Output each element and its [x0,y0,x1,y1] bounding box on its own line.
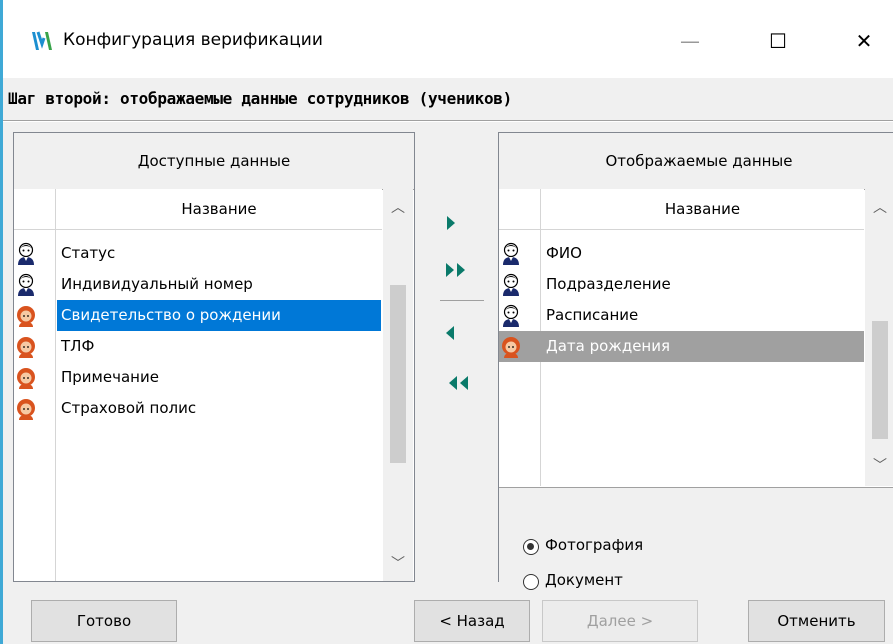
list-item-label: Подразделение [546,275,671,293]
list-item-label: ФИО [546,244,582,262]
scroll-up-icon[interactable]: ︿ [865,193,893,223]
app-logo-icon [32,31,52,50]
list-item[interactable]: Дата рождения [499,331,864,362]
list-item[interactable]: ФИО [499,238,864,269]
radio-unchecked-icon [523,574,539,590]
list-item-label: ТЛФ [61,337,95,355]
available-scrollbar[interactable]: ︿ ﹀ [383,189,413,581]
available-data-header: Доступные данные [14,133,414,190]
list-item[interactable]: Примечание [14,362,381,393]
scroll-thumb[interactable] [872,321,888,439]
employee-icon [500,273,522,297]
list-item[interactable]: Статус [14,238,381,269]
displayed-data-panel: Отображаемые данные Название ФИО Подразде… [498,132,893,582]
displayed-list: ФИО Подразделение Расписание Дата рождения [499,238,864,362]
list-item-label: Страховой полис [61,399,197,417]
list-item[interactable]: ТЛФ [14,331,381,362]
list-item[interactable]: Подразделение [499,269,864,300]
arrow-left-icon [446,326,454,340]
list-item[interactable]: Страховой полис [14,393,381,424]
list-item-label: Расписание [546,306,639,324]
double-arrow-right-icon [446,263,465,277]
list-item[interactable]: Расписание [499,300,864,331]
list-item-label: Дата рождения [546,337,670,355]
done-button[interactable]: Готово [31,600,177,642]
column-name-label: Название [664,200,741,218]
column-stub [499,189,541,229]
column-stub [14,189,56,229]
title-bar: Конфигурация верификации — ☐ ✕ [3,0,893,78]
next-button[interactable]: Далее > [542,600,698,642]
list-item-label: Свидетельство о рождении [57,300,381,331]
student-icon [15,335,37,359]
list-item[interactable]: Индивидуальный номер [14,269,381,300]
available-list: Статус Индивидуальный номер Свидетельство … [14,238,381,424]
close-button[interactable]: ✕ [835,18,893,64]
window-accent-border [0,0,3,644]
remove-all-button[interactable] [437,366,477,400]
displayed-scrollbar[interactable]: ︿ ﹀ [865,189,893,486]
employee-icon [15,273,37,297]
cancel-button[interactable]: Отменить [748,600,885,642]
divider-highlight [3,121,893,122]
window-title: Конфигурация верификации [63,30,323,50]
list-item-label: Индивидуальный номер [61,275,253,293]
scroll-up-icon[interactable]: ︿ [383,193,413,223]
move-buttons-divider [440,300,484,301]
arrow-right-icon [447,216,455,230]
displayed-data-header: Отображаемые данные [499,133,893,190]
student-icon [15,397,37,421]
scroll-down-icon[interactable]: ﹀ [865,451,893,481]
employee-icon [500,242,522,266]
radio-area [499,487,893,582]
radio-checked-icon [523,539,539,555]
column-name-label: Название [181,200,257,218]
displayed-column-header[interactable]: Название [499,189,864,230]
maximize-button[interactable]: ☐ [749,18,807,64]
student-icon [15,366,37,390]
available-column-header[interactable]: Название [14,189,382,230]
minimize-button[interactable]: — [661,18,719,64]
list-item[interactable]: Свидетельство о рождении [14,300,381,331]
document-radio-label: Документ [545,571,623,589]
student-icon [15,304,37,328]
photo-radio-label: Фотография [545,536,644,554]
back-button[interactable]: < Назад [414,600,530,642]
add-all-button[interactable] [437,253,477,287]
employee-icon [15,242,37,266]
remove-one-button[interactable] [430,316,470,350]
available-data-panel: Доступные данные Название Статус Индивиду… [13,132,415,582]
list-item-label: Примечание [61,368,159,386]
scroll-down-icon[interactable]: ﹀ [383,549,413,579]
employee-icon [500,304,522,328]
step-title: Шаг второй: отображаемые данные сотрудни… [8,89,512,108]
student-icon [500,335,522,359]
scroll-thumb[interactable] [390,285,406,463]
double-arrow-left-icon [449,376,468,390]
list-item-label: Статус [61,244,116,262]
add-one-button[interactable] [430,206,470,240]
